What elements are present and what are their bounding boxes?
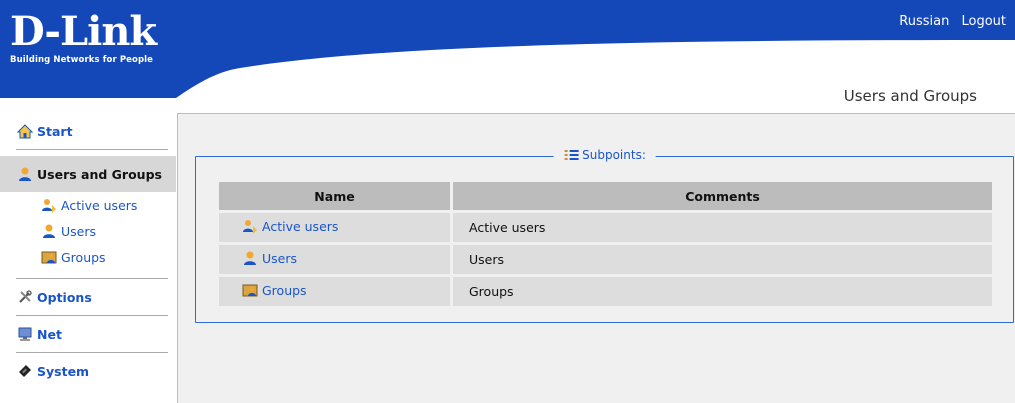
groups-link[interactable]: Groups xyxy=(241,282,307,298)
row-name-label: Active users xyxy=(262,218,339,234)
sidebar-item-system[interactable]: System xyxy=(0,353,176,389)
sidebar-section-system: System xyxy=(0,353,176,389)
header: D-Link Building Networks for People Russ… xyxy=(0,0,1015,105)
sidebar: Start Users and Groups Active users User… xyxy=(0,113,176,403)
logo-text: D-Link xyxy=(10,8,157,55)
subpoints-legend: Subpoints: xyxy=(553,148,656,162)
sidebar-subitem-label: Users xyxy=(61,223,97,239)
sidebar-item-label: Net xyxy=(37,326,62,342)
comment-cell: Groups xyxy=(453,277,992,306)
network-icon xyxy=(16,325,34,343)
active-users-icon xyxy=(40,197,58,213)
row-name-label: Users xyxy=(262,250,298,266)
users-icon xyxy=(16,165,34,183)
dlink-logo: D-Link Building Networks for People xyxy=(10,8,157,66)
sidebar-section-options: Options xyxy=(0,279,176,316)
sidebar-item-start[interactable]: Start xyxy=(0,113,176,149)
top-links: Russian Logout xyxy=(891,14,1006,29)
groups-icon xyxy=(40,249,58,265)
sidebar-item-label: Start xyxy=(37,123,73,139)
table-header-row: Name Comments xyxy=(219,182,992,210)
comment-cell: Users xyxy=(453,245,992,274)
logout-link[interactable]: Logout xyxy=(961,14,1006,29)
subpoints-fieldset: Subpoints: Name Comments Active users Ac… xyxy=(195,148,1014,323)
sidebar-item-label: Users and Groups xyxy=(37,166,162,182)
sidebar-item-users-and-groups[interactable]: Users and Groups xyxy=(0,156,176,192)
groups-icon xyxy=(241,282,259,298)
user-icon xyxy=(40,223,58,239)
name-cell: Users xyxy=(219,245,450,274)
russian-link[interactable]: Russian xyxy=(899,14,949,29)
sidebar-item-options[interactable]: Options xyxy=(0,279,176,315)
main-content: Subpoints: Name Comments Active users Ac… xyxy=(177,113,1015,403)
sidebar-subitem-groups[interactable]: Groups xyxy=(0,244,176,270)
subpoints-icon xyxy=(563,148,579,162)
sidebar-subitem-label: Active users xyxy=(61,197,138,213)
home-icon xyxy=(16,122,34,140)
divider xyxy=(16,149,168,150)
sidebar-item-net[interactable]: Net xyxy=(0,316,176,352)
table-row: Users Users xyxy=(219,245,992,274)
users-link[interactable]: Users xyxy=(241,250,297,266)
sidebar-item-label: System xyxy=(37,363,90,379)
sidebar-item-label: Options xyxy=(37,289,92,305)
sidebar-section-users-and-groups: Users and Groups Active users Users Grou… xyxy=(0,156,176,279)
page-title: Users and Groups xyxy=(843,87,977,105)
user-icon xyxy=(241,250,259,266)
name-cell: Groups xyxy=(219,277,450,306)
active-users-icon xyxy=(241,218,259,234)
active-users-link[interactable]: Active users xyxy=(241,218,338,234)
sidebar-subitem-users[interactable]: Users xyxy=(0,218,176,244)
sidebar-section-start: Start xyxy=(0,113,176,150)
system-icon xyxy=(16,362,34,380)
sidebar-section-net: Net xyxy=(0,316,176,353)
subpoints-label: Subpoints: xyxy=(582,148,646,162)
name-cell: Active users xyxy=(219,213,450,242)
sidebar-subitem-label: Groups xyxy=(61,249,106,265)
row-name-label: Groups xyxy=(262,282,307,298)
sidebar-subitem-active-users[interactable]: Active users xyxy=(0,192,176,218)
column-header-name: Name xyxy=(219,182,450,210)
table-row: Groups Groups xyxy=(219,277,992,306)
column-header-comments: Comments xyxy=(453,182,992,210)
logo-tagline: Building Networks for People xyxy=(10,55,154,65)
comment-cell: Active users xyxy=(453,213,992,242)
tools-icon xyxy=(16,288,34,306)
subpoints-table: Name Comments Active users Active users xyxy=(216,179,995,309)
table-row: Active users Active users xyxy=(219,213,992,242)
